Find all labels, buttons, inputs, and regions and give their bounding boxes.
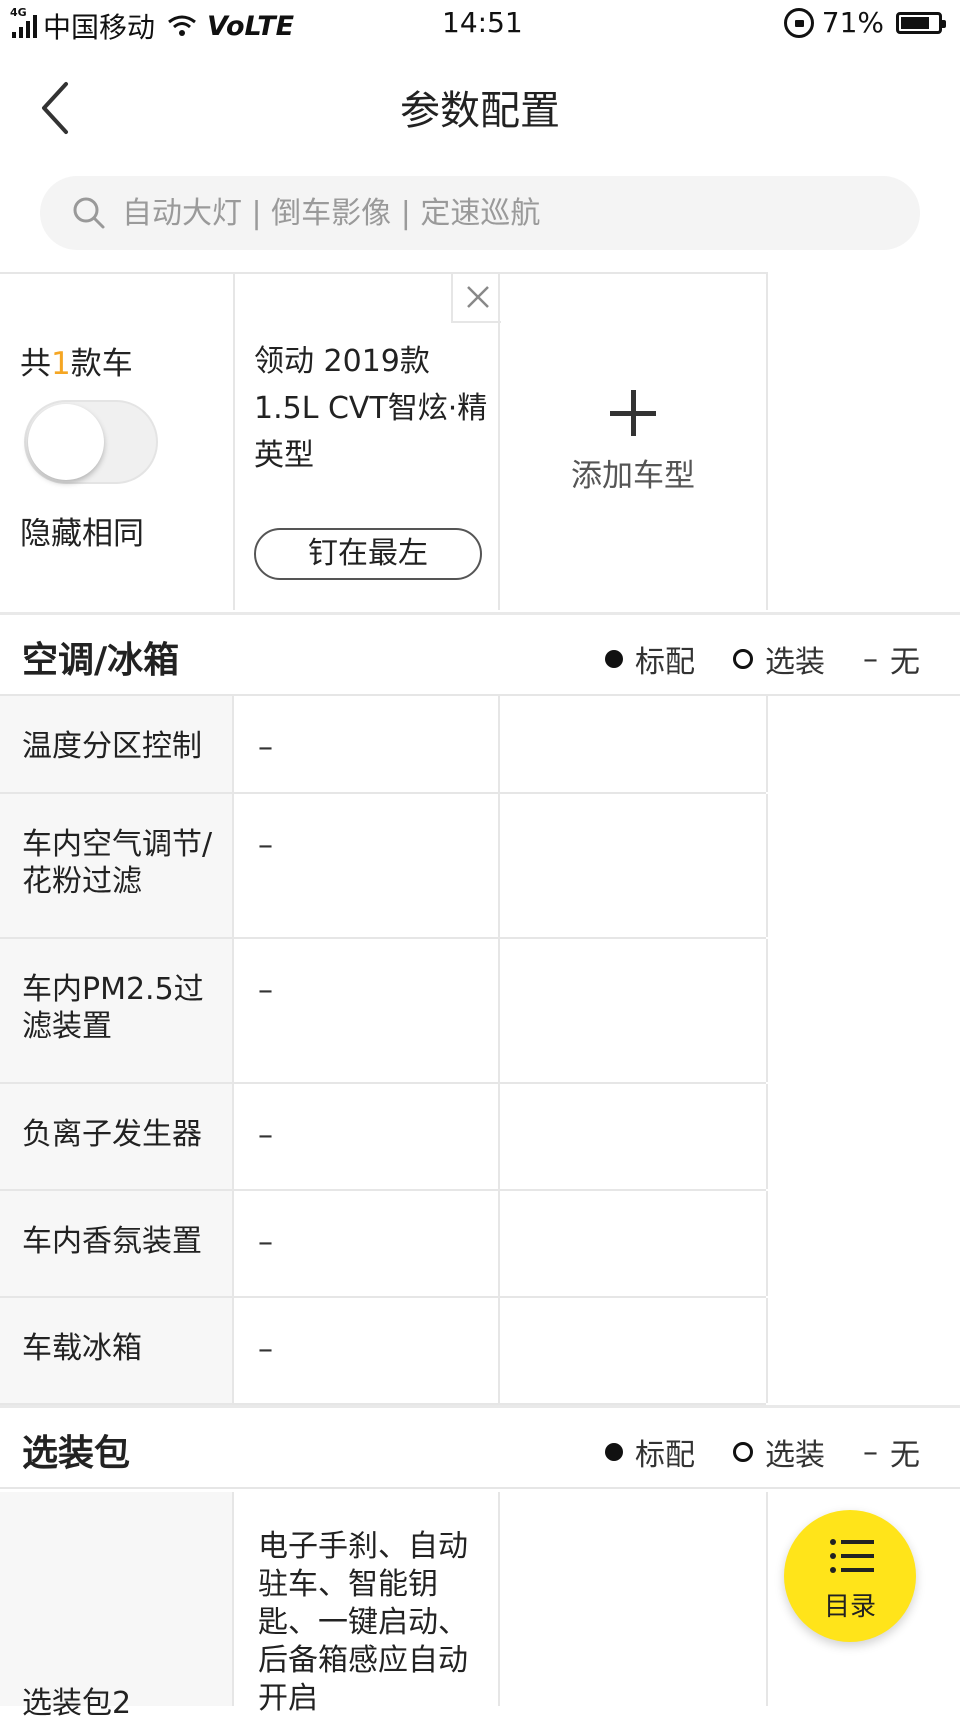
legend-optional: 选装 xyxy=(765,1438,825,1473)
status-right: 71% xyxy=(783,6,946,39)
row-label: 车载冰箱 xyxy=(22,1331,142,1366)
legend: 标配 选装 – 无 xyxy=(605,1430,920,1474)
wifi-icon xyxy=(168,15,196,36)
table-row: 负离子发生器 – xyxy=(0,1084,768,1191)
optional-circle-icon xyxy=(733,649,753,669)
add-car-label: 添加车型 xyxy=(571,458,695,494)
plus-icon xyxy=(610,390,656,436)
battery-percent: 71% xyxy=(821,6,884,39)
header-top-border xyxy=(0,272,768,274)
remove-car-button[interactable] xyxy=(451,273,501,323)
volte-label: VoLTE xyxy=(207,10,295,42)
row-label: 车内PM2.5过滤装置 xyxy=(22,972,204,1044)
legend-none: 无 xyxy=(890,1438,920,1473)
network-type: 4G xyxy=(10,6,27,19)
search-icon xyxy=(73,197,105,229)
catalog-button[interactable]: 目录 xyxy=(784,1510,916,1642)
battery-icon xyxy=(896,11,946,34)
legend-none: 无 xyxy=(890,645,920,680)
legend: 标配 选装 – 无 xyxy=(605,637,920,681)
row-value: – xyxy=(258,828,273,863)
car-count-number: 1 xyxy=(51,346,71,382)
catalog-label: 目录 xyxy=(823,1592,876,1622)
section-header-packages: 选装包 标配 选装 – 无 xyxy=(0,1405,960,1489)
toggle-knob xyxy=(28,404,104,480)
legend-optional: 选装 xyxy=(765,645,825,680)
section-header-aircon: 空调/冰箱 标配 选装 – 无 xyxy=(0,612,960,696)
row-value: – xyxy=(258,1332,273,1367)
table-row: 车内PM2.5过滤装置 – xyxy=(0,939,768,1084)
page-title: 参数配置 xyxy=(400,88,560,134)
row-label: 选装包2 xyxy=(22,1686,132,1721)
row-value: 电子手刹、自动驻车、智能钥匙、一键启动、后备箱感应自动开启 xyxy=(258,1529,468,1716)
row-value: – xyxy=(258,730,273,765)
header-divider-1 xyxy=(233,272,235,610)
table-row: 温度分区控制 – xyxy=(0,696,768,794)
section-title: 空调/冰箱 xyxy=(22,640,180,681)
row-value: – xyxy=(258,1225,273,1260)
car-model-name: 领动 2019款 1.5L CVT智炫·精英型 xyxy=(254,344,488,473)
hide-same-label: 隐藏相同 xyxy=(20,516,144,552)
close-icon xyxy=(467,286,489,308)
row-label-cell: 车内空气调节/花粉过滤 xyxy=(0,794,234,937)
status-bar: 4G 中国移动 VoLTE 14:51 71% xyxy=(0,0,960,50)
optional-circle-icon xyxy=(733,1442,753,1462)
rotation-lock-icon xyxy=(783,7,814,38)
table-row: 选装包2 电子手刹、自动驻车、智能钥匙、一键启动、后备箱感应自动开启 xyxy=(0,1492,768,1721)
search-input[interactable] xyxy=(122,176,882,250)
row-label: 温度分区控制 xyxy=(22,729,202,764)
row-label-cell: 车内香氛装置 xyxy=(0,1191,234,1296)
none-dash-icon: – xyxy=(863,641,878,677)
hide-same-toggle[interactable] xyxy=(24,400,158,484)
header-divider-3 xyxy=(766,272,768,610)
legend-standard: 标配 xyxy=(635,645,695,680)
add-car-button[interactable]: 添加车型 xyxy=(500,390,766,495)
row-label: 负离子发生器 xyxy=(22,1117,202,1152)
table-row: 车载冰箱 – xyxy=(0,1298,768,1405)
row-label-cell: 选装包2 xyxy=(0,1492,234,1721)
search-bar[interactable] xyxy=(40,176,920,250)
row-label-cell: 负离子发生器 xyxy=(0,1084,234,1189)
car-count: 共1款车 xyxy=(20,346,133,382)
row-label-cell: 温度分区控制 xyxy=(0,696,234,792)
nav-bar: 参数配置 xyxy=(0,50,960,166)
pin-left-button[interactable]: 钉在最左 xyxy=(254,528,482,580)
row-value: – xyxy=(258,1118,273,1153)
standard-dot-icon xyxy=(605,650,623,668)
none-dash-icon: – xyxy=(863,1434,878,1470)
carrier-name: 中国移动 xyxy=(43,11,156,44)
status-left: 4G 中国移动 VoLTE xyxy=(10,6,295,46)
signal-icon: 4G xyxy=(10,6,37,38)
row-label-cell: 车载冰箱 xyxy=(0,1298,234,1403)
section-title: 选装包 xyxy=(22,1433,131,1474)
legend-standard: 标配 xyxy=(635,1438,695,1473)
standard-dot-icon xyxy=(605,1443,623,1461)
status-time: 14:51 xyxy=(442,6,523,39)
row-label: 车内空气调节/花粉过滤 xyxy=(22,827,213,899)
table-row: 车内香氛装置 – xyxy=(0,1191,768,1298)
table-row: 车内空气调节/花粉过滤 – xyxy=(0,794,768,939)
row-value: – xyxy=(258,973,273,1008)
list-icon xyxy=(830,1539,874,1573)
row-label: 车内香氛装置 xyxy=(22,1224,202,1259)
row-label-cell: 车内PM2.5过滤装置 xyxy=(0,939,234,1082)
